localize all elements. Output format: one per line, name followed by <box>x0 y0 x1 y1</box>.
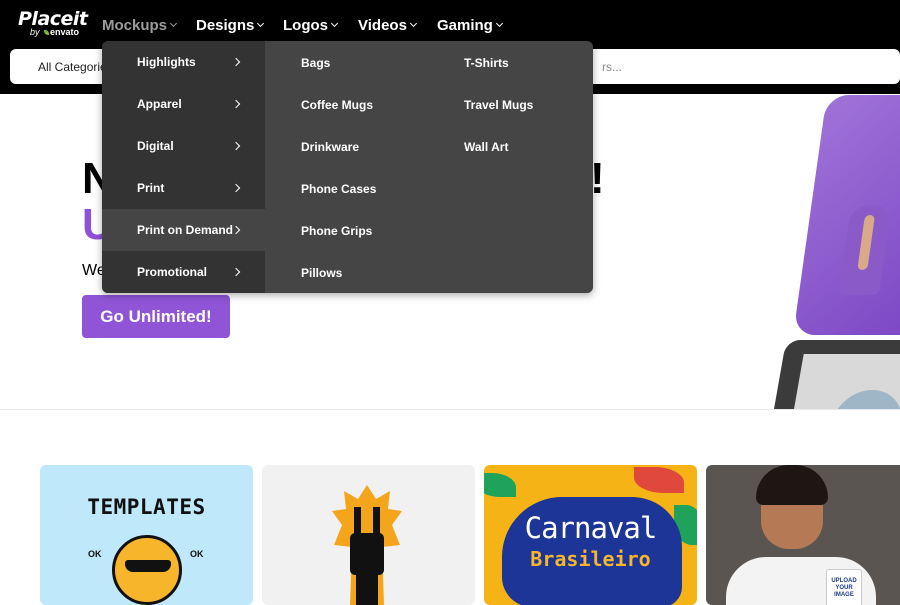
dropdown-category-label: Digital <box>137 139 174 153</box>
dropdown-category-apparel[interactable]: Apparel <box>102 83 265 125</box>
leaf-decoration <box>634 467 684 493</box>
chevron-down-icon <box>330 19 339 28</box>
logo-by: by <box>30 27 40 37</box>
card-carnaval[interactable]: Carnaval Brasileiro <box>484 465 697 605</box>
nav-logos[interactable]: Logos <box>283 15 339 35</box>
dropdown-link-t-shirts[interactable]: T-Shirts <box>464 56 509 70</box>
dropdown-category-label: Apparel <box>137 97 182 111</box>
nav-gaming[interactable]: Gaming <box>437 15 503 35</box>
search-category-select[interactable]: All Categorie <box>38 60 107 74</box>
section-divider <box>0 409 900 410</box>
card-templates[interactable]: TEMPLATES OK OK <box>40 465 253 605</box>
mockups-dropdown-menu: Highlights Apparel Digital Print Print o… <box>102 41 593 293</box>
dropdown-link-wall-art[interactable]: Wall Art <box>464 140 508 154</box>
dropdown-category-print[interactable]: Print <box>102 167 265 209</box>
dropdown-link-travel-mugs[interactable]: Travel Mugs <box>464 98 533 112</box>
card-rock-hand[interactable] <box>262 465 475 605</box>
carnaval-subtitle: Brasileiro <box>530 547 651 571</box>
person-hair <box>756 465 828 505</box>
chevron-down-icon <box>409 19 417 28</box>
mug-mockup: UPLOAD YOUR IMAGE <box>826 569 862 605</box>
sunglasses <box>125 560 171 572</box>
dropdown-link-drinkware[interactable]: Drinkware <box>301 140 359 154</box>
carnaval-title: Carnaval <box>524 511 658 545</box>
nav-mockups-label: Mockups <box>102 16 168 34</box>
nav-videos-label: Videos <box>358 16 407 34</box>
envato-leaf-icon <box>44 30 50 35</box>
nav-videos[interactable]: Videos <box>358 15 417 35</box>
ok-badge-right: OK <box>190 549 204 559</box>
leaf-decoration <box>484 473 516 497</box>
go-unlimited-button[interactable]: Go Unlimited! <box>82 295 230 338</box>
nav-logos-label: Logos <box>283 16 328 34</box>
dropdown-category-label: Highlights <box>137 55 196 69</box>
logo-brand: envato <box>50 27 80 37</box>
nav-designs-label: Designs <box>196 16 255 34</box>
search-input[interactable]: rs... <box>602 60 622 74</box>
dropdown-category-promotional[interactable]: Promotional <box>102 251 265 293</box>
logo-byline: by envato <box>30 27 79 37</box>
dropdown-category-highlights[interactable]: Highlights <box>102 41 265 83</box>
chevron-right-icon <box>231 183 241 193</box>
dropdown-category-label: Promotional <box>137 265 208 279</box>
ok-badge-left: OK <box>88 549 102 559</box>
chevron-right-icon <box>231 225 241 235</box>
rock-hand-icon <box>332 485 402 605</box>
dropdown-category-label: Print on Demand <box>137 223 234 237</box>
dropdown-category-label: Print <box>137 181 165 195</box>
hero-image-model <box>793 95 900 335</box>
hero-image-poster <box>773 340 900 410</box>
placeit-logo[interactable]: Placeit by envato <box>18 8 88 37</box>
chevron-right-icon <box>231 99 241 109</box>
chevron-right-icon <box>231 141 241 151</box>
chevron-down-icon <box>169 19 178 28</box>
dropdown-link-pillows[interactable]: Pillows <box>301 266 342 280</box>
dropdown-link-bags[interactable]: Bags <box>301 56 330 70</box>
card-mug-model[interactable]: UPLOAD YOUR IMAGE <box>706 465 900 605</box>
templates-title: TEMPLATES <box>87 495 206 519</box>
nav-designs[interactable]: Designs <box>196 15 265 35</box>
dropdown-category-print-on-demand[interactable]: Print on Demand <box>102 209 265 251</box>
chevron-down-icon <box>257 19 265 28</box>
dropdown-link-phone-grips[interactable]: Phone Grips <box>301 224 372 238</box>
logo-wordmark: Placeit <box>18 8 88 30</box>
chevron-right-icon <box>231 267 241 277</box>
dropdown-link-coffee-mugs[interactable]: Coffee Mugs <box>301 98 373 112</box>
nav-mockups[interactable]: Mockups <box>102 15 178 35</box>
dropdown-link-phone-cases[interactable]: Phone Cases <box>301 182 376 196</box>
nav-gaming-label: Gaming <box>437 16 493 34</box>
dropdown-category-digital[interactable]: Digital <box>102 125 265 167</box>
chevron-right-icon <box>231 57 241 67</box>
chevron-down-icon <box>495 19 503 28</box>
